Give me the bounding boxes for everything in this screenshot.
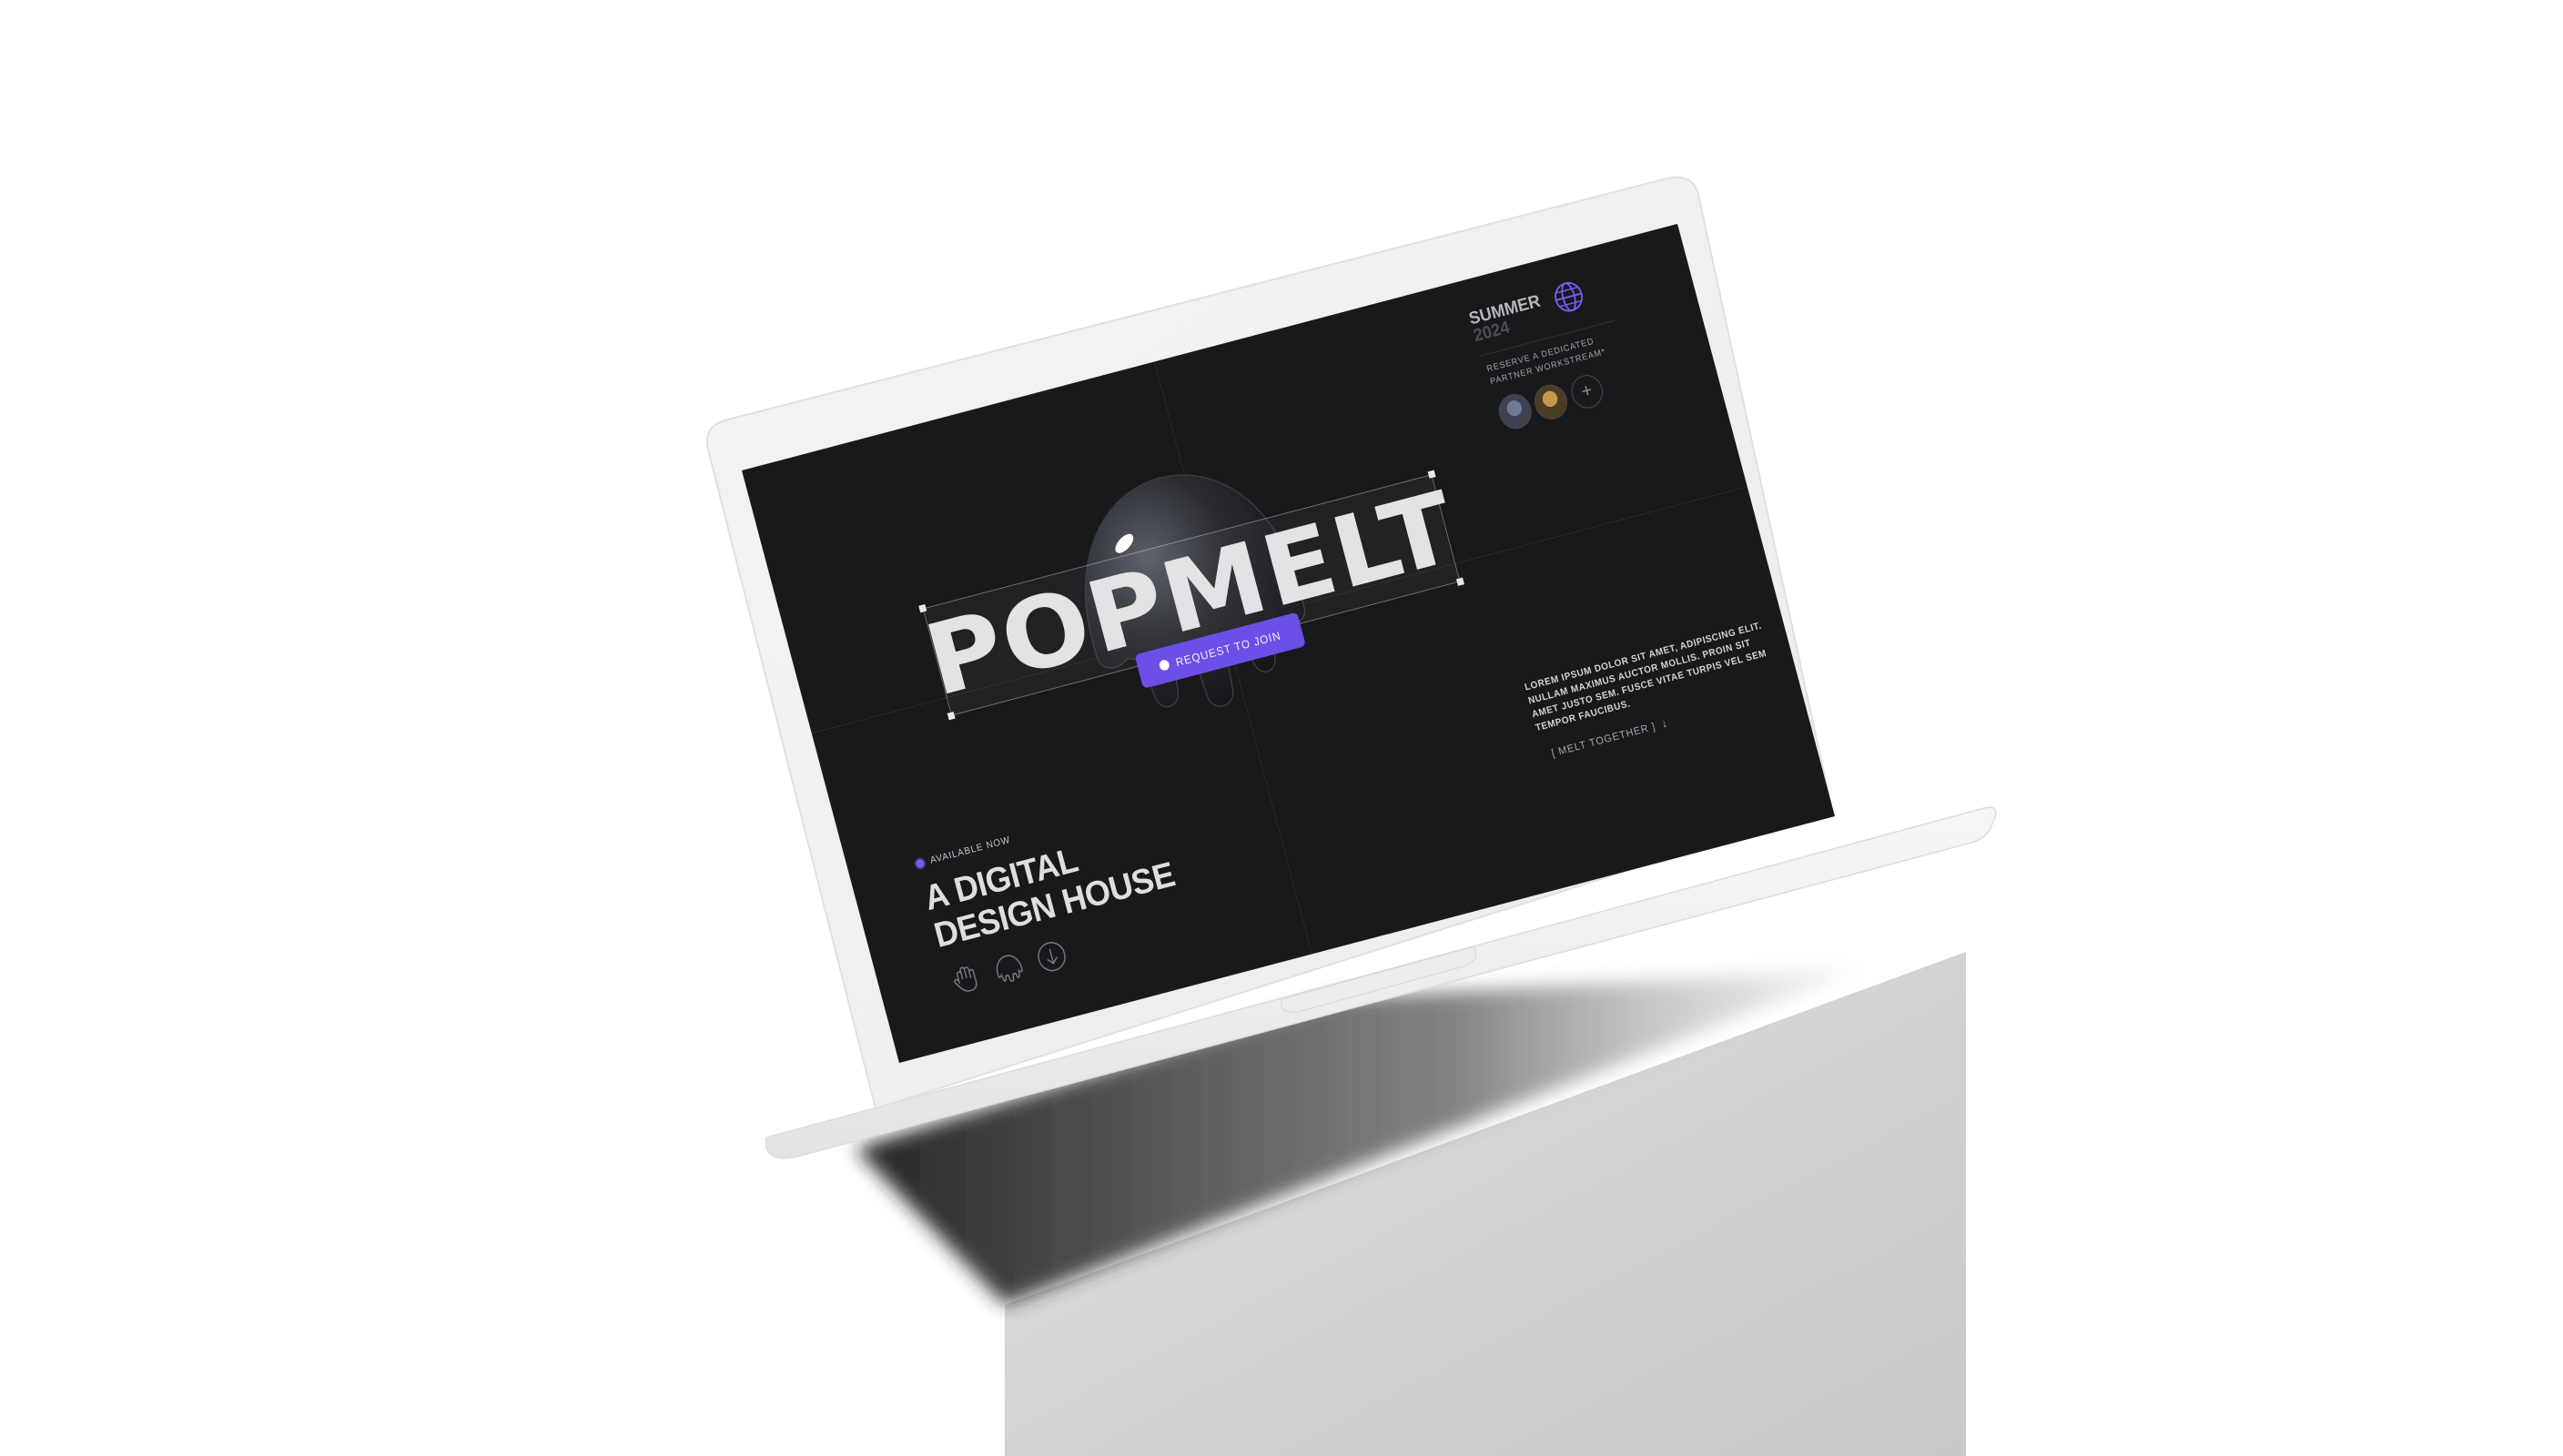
season-label: SUMMER 2024 (1467, 291, 1546, 345)
arrow-down-circle-icon[interactable] (1032, 936, 1070, 976)
arrow-down-icon: ↓ (1659, 715, 1670, 731)
status-dot-icon (915, 858, 926, 869)
hero-headline: A DIGITAL DESIGN HOUSE (920, 818, 1179, 956)
description-text: LOREM IPSUM DOLOR SIT AMET, ADIPISCING E… (1524, 620, 1768, 734)
add-partner-button[interactable]: + (1567, 371, 1607, 412)
avatar[interactable] (1530, 380, 1572, 424)
jelly-outline-icon[interactable] (989, 948, 1028, 988)
mockup-stage: POPMELT REQUEST TO JOIN SUMMER 2024 RESE… (0, 0, 2563, 1456)
hand-icon (1158, 658, 1171, 672)
avatar[interactable] (1494, 390, 1536, 433)
hand-outline-icon[interactable] (947, 959, 985, 999)
globe-icon[interactable] (1549, 277, 1587, 317)
